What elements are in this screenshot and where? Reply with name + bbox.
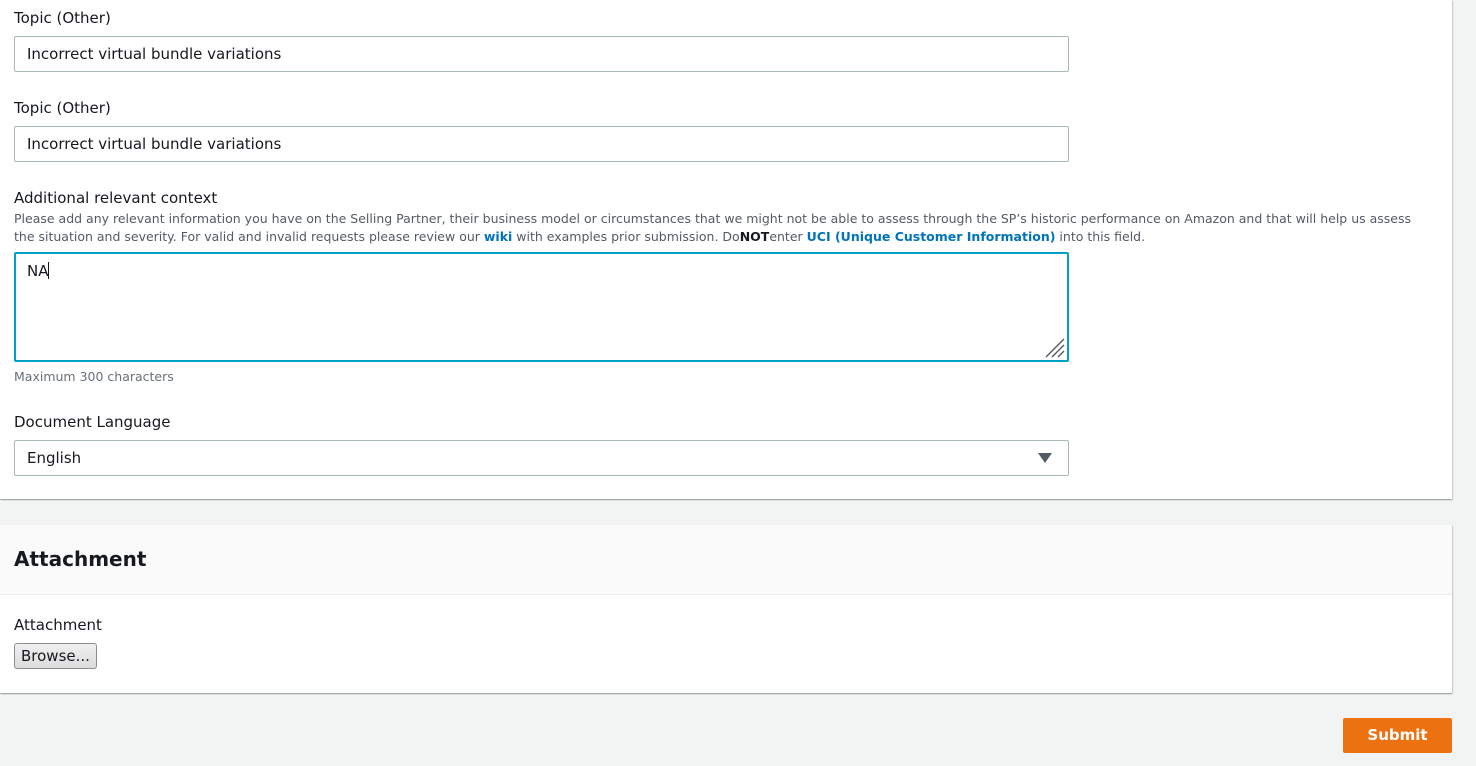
- not-emphasis: NOT: [739, 229, 770, 244]
- wiki-link[interactable]: wiki: [484, 229, 512, 244]
- resize-grip-icon[interactable]: [1043, 336, 1065, 358]
- context-description-text-2: with examples prior submission. Do: [512, 229, 740, 244]
- uci-link[interactable]: UCI (Unique Customer Information): [807, 229, 1056, 244]
- text-caret: [48, 262, 50, 279]
- attachment-section-title: Attachment: [14, 547, 147, 571]
- context-textarea[interactable]: NA: [14, 252, 1069, 362]
- document-language-label: Document Language: [14, 413, 171, 431]
- topic-other-input-2[interactable]: Incorrect virtual bundle variations: [14, 126, 1069, 162]
- browse-button[interactable]: Browse...: [14, 643, 97, 669]
- attachment-panel: Attachment Attachment Browse...: [0, 525, 1452, 693]
- topic-other-label-1: Topic (Other): [14, 9, 111, 27]
- submit-button[interactable]: Submit: [1343, 718, 1452, 753]
- attachment-field-label: Attachment: [14, 616, 102, 634]
- caret-down-icon: [1038, 453, 1052, 463]
- context-description-text-3: enter: [769, 229, 807, 244]
- context-label: Additional relevant context: [14, 189, 218, 207]
- context-description-text-4: into this field.: [1055, 229, 1146, 244]
- context-description: Please add any relevant information you …: [14, 210, 1434, 246]
- context-char-limit-hint: Maximum 300 characters: [14, 369, 174, 384]
- form-panel: Topic (Other) Incorrect virtual bundle v…: [0, 0, 1452, 499]
- topic-other-label-2: Topic (Other): [14, 99, 111, 117]
- attachment-header: Attachment: [0, 525, 1452, 595]
- topic-other-input-1[interactable]: Incorrect virtual bundle variations: [14, 36, 1069, 72]
- document-language-value: English: [27, 449, 82, 467]
- context-textarea-value: NA: [27, 262, 49, 280]
- document-language-select[interactable]: English: [14, 440, 1069, 476]
